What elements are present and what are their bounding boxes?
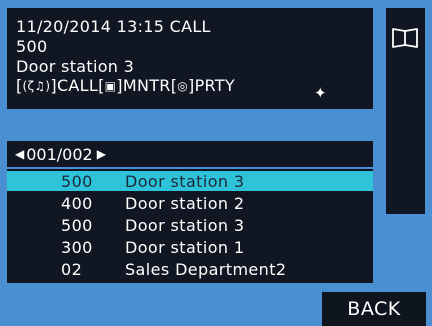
prev-page-icon[interactable]: ◀ <box>15 147 24 161</box>
call-actions: [(ζ♫)] CALL[▣] MNTR[◎] PRTY <box>16 77 235 95</box>
list-item-name: Door station 1 <box>125 237 245 257</box>
page-number: 001/002 <box>26 144 93 164</box>
station-list: 500 Door station 3 400 Door station 2 50… <box>7 169 373 283</box>
phonebook-panel[interactable] <box>386 8 425 214</box>
call-datetime-status: 11/20/2014 13:15 CALL <box>16 17 211 36</box>
list-item-number: 400 <box>61 193 93 213</box>
list-item[interactable]: 400 Door station 2 <box>7 193 373 213</box>
call-number: 500 <box>16 37 48 56</box>
list-item-name: Sales Department2 <box>125 259 287 279</box>
list-item-name: Door station 2 <box>125 193 245 213</box>
page-indicator: ◀ 001/002 ▶ <box>7 141 373 167</box>
list-item-name: Door station 3 <box>125 215 245 235</box>
monitor-icon: ▣ <box>104 79 117 93</box>
list-item-number: 500 <box>61 215 93 235</box>
list-item-number: 300 <box>61 237 93 257</box>
call-station: Door station 3 <box>16 57 135 76</box>
list-item-number: 02 <box>61 259 83 279</box>
monitor-action-label[interactable]: MNTR <box>123 77 171 95</box>
list-item[interactable]: 300 Door station 1 <box>7 237 373 257</box>
speaker-call-icon: (ζ♫) <box>22 79 51 93</box>
list-item-name: Door station 3 <box>125 171 245 191</box>
party-action-label[interactable]: PRTY <box>195 77 235 95</box>
book-icon[interactable] <box>391 26 419 50</box>
next-page-icon[interactable]: ▶ <box>97 147 106 161</box>
intercom-screen: 11/20/2014 13:15 CALL 500 Door station 3… <box>0 0 432 326</box>
back-button[interactable]: BACK <box>322 292 426 326</box>
list-item-number: 500 <box>61 171 93 191</box>
call-action-label[interactable]: CALL <box>57 77 98 95</box>
list-item-selected[interactable]: 500 Door station 3 <box>7 171 373 191</box>
move-cross-icon: ✦ <box>314 84 327 102</box>
call-info-panel: 11/20/2014 13:15 CALL 500 Door station 3… <box>7 8 373 109</box>
list-item[interactable]: 02 Sales Department2 <box>7 259 373 279</box>
list-item[interactable]: 500 Door station 3 <box>7 215 373 235</box>
party-icon: ◎ <box>177 79 189 93</box>
